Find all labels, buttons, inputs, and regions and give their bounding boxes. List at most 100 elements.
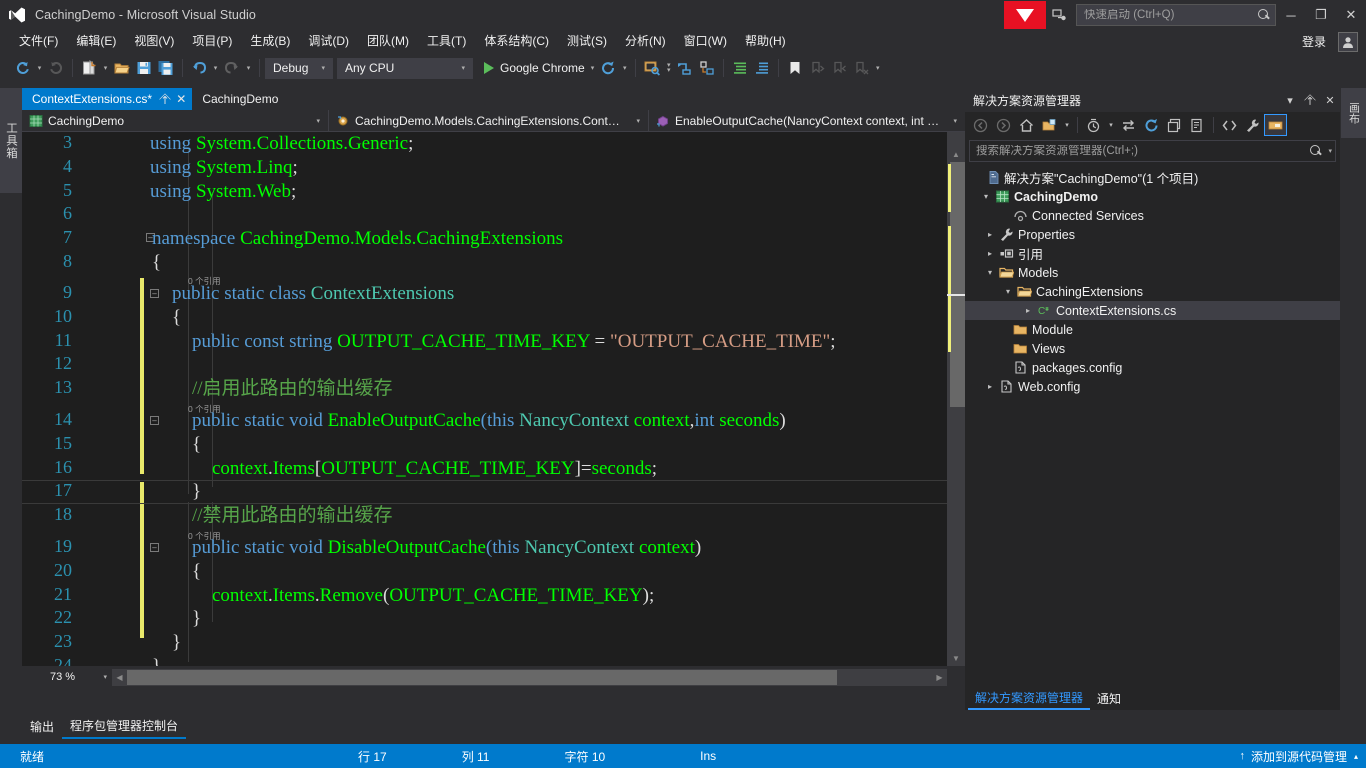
menu-debug[interactable]: 调试(D) bbox=[299, 31, 358, 52]
tree-node-module[interactable]: Module bbox=[965, 320, 1340, 339]
status-source-control[interactable]: ↑ 添加到源代码管理 ▴ bbox=[1239, 748, 1366, 765]
menu-project[interactable]: 项目(P) bbox=[183, 31, 241, 52]
expander-icon[interactable]: ▸ bbox=[983, 382, 997, 391]
open-file-icon[interactable] bbox=[111, 57, 133, 79]
expander-icon[interactable]: ▸ bbox=[983, 230, 997, 239]
notifications-icon[interactable] bbox=[1046, 1, 1072, 29]
menu-help[interactable]: 帮助(H) bbox=[736, 31, 795, 52]
send-feedback-icon[interactable] bbox=[1004, 1, 1046, 29]
menu-view[interactable]: 视图(V) bbox=[125, 31, 183, 52]
expander-icon[interactable]: ▾ bbox=[983, 268, 997, 277]
attach-dropdown-icon[interactable]: ▾ ▾ bbox=[663, 57, 674, 79]
undo-icon[interactable] bbox=[188, 57, 210, 79]
navigate-backward-icon[interactable] bbox=[12, 57, 34, 79]
scroll-thumb[interactable] bbox=[127, 669, 837, 685]
menu-tools[interactable]: 工具(T) bbox=[418, 31, 475, 52]
nav-member-combo[interactable]: EnableOutputCache(NancyContext context, … bbox=[649, 110, 965, 132]
tab-notifications[interactable]: 通知 bbox=[1090, 688, 1128, 709]
document-tab-context-extensions[interactable]: ContextExtensions.cs* ⇱ ✕ bbox=[22, 88, 193, 110]
expander-icon[interactable]: ▾ bbox=[979, 192, 993, 201]
tree-node-web-config[interactable]: ▸ Web.config bbox=[965, 377, 1340, 396]
quick-launch-box[interactable] bbox=[1076, 4, 1276, 26]
collapse-all-icon[interactable] bbox=[1163, 114, 1186, 136]
navigate-forward-icon[interactable] bbox=[45, 57, 67, 79]
quick-launch-input[interactable] bbox=[1084, 9, 1257, 21]
home-icon[interactable] bbox=[1015, 114, 1038, 136]
editor-vertical-scrollbar[interactable]: ╪ ▲ ▼ bbox=[947, 132, 965, 666]
wrench-icon[interactable] bbox=[1241, 114, 1264, 136]
menu-test[interactable]: 测试(S) bbox=[558, 31, 616, 52]
scroll-down-arrow[interactable]: ▼ bbox=[947, 650, 965, 666]
solution-platform-combo[interactable]: Any CPU ▾ bbox=[337, 57, 473, 79]
toolbox-tab[interactable]: 工具箱 bbox=[0, 88, 22, 193]
tree-node-connected-services[interactable]: Connected Services bbox=[965, 206, 1340, 225]
editor-horizontal-scrollbar[interactable]: ◀ ▶ bbox=[112, 668, 947, 686]
tree-node-models[interactable]: ▾ Models bbox=[965, 263, 1340, 282]
chevron-up-icon[interactable]: ▴ bbox=[1354, 752, 1358, 761]
menu-team[interactable]: 团队(M) bbox=[358, 31, 418, 52]
properties-window-icon[interactable] bbox=[1186, 114, 1209, 136]
back-icon[interactable] bbox=[969, 114, 992, 136]
previous-bookmark-icon[interactable] bbox=[806, 57, 828, 79]
forward-icon[interactable] bbox=[992, 114, 1015, 136]
expander-icon[interactable]: ▸ bbox=[983, 249, 997, 258]
tab-package-manager-console[interactable]: 程序包管理器控制台 bbox=[62, 714, 187, 739]
tree-node-project[interactable]: ▾ CachingDemo bbox=[965, 187, 1340, 206]
close-button[interactable]: ✕ bbox=[1336, 0, 1366, 30]
canvas-tab[interactable]: 画布 bbox=[1341, 88, 1366, 138]
redo-dropdown-icon[interactable]: ▾ bbox=[243, 57, 254, 79]
step-over-icon[interactable] bbox=[696, 57, 718, 79]
expander-icon[interactable]: ▸ bbox=[1021, 306, 1035, 315]
preview-selected-items-icon[interactable] bbox=[1264, 114, 1287, 136]
new-project-dropdown-icon[interactable]: ▾ bbox=[100, 57, 111, 79]
save-icon[interactable] bbox=[133, 57, 155, 79]
expander-icon[interactable]: ▾ bbox=[1001, 287, 1015, 296]
menu-window[interactable]: 窗口(W) bbox=[675, 31, 736, 52]
next-bookmark-icon[interactable] bbox=[828, 57, 850, 79]
document-tab-caching-demo[interactable]: CachingDemo bbox=[192, 88, 285, 110]
scroll-left-arrow[interactable]: ◀ bbox=[112, 669, 127, 686]
scroll-right-arrow[interactable]: ▶ bbox=[932, 669, 947, 686]
step-into-icon[interactable] bbox=[674, 57, 696, 79]
account-avatar-icon[interactable] bbox=[1338, 31, 1358, 52]
refresh-browser-dropdown-icon[interactable]: ▾ bbox=[619, 57, 630, 79]
solution-explorer-search-input[interactable] bbox=[976, 145, 1310, 157]
solution-explorer-search-box[interactable]: ▾ bbox=[969, 140, 1336, 162]
tab-solution-explorer[interactable]: 解决方案资源管理器 bbox=[968, 687, 1091, 710]
collapse-icon[interactable]: – bbox=[150, 416, 159, 425]
nav-project-combo[interactable]: CachingDemo ▾ bbox=[22, 109, 329, 132]
sign-in-button[interactable]: 登录 bbox=[1292, 33, 1336, 50]
chevron-down-icon[interactable]: ▾ bbox=[1061, 114, 1073, 136]
navigate-backward-dropdown-icon[interactable]: ▾ bbox=[34, 57, 45, 79]
tab-output[interactable]: 输出 bbox=[22, 715, 62, 738]
refresh-browser-icon[interactable] bbox=[597, 57, 619, 79]
start-debugging-button[interactable]: Google Chrome ▾ bbox=[478, 57, 597, 79]
minimize-button[interactable]: ─ bbox=[1276, 0, 1306, 30]
clear-bookmarks-icon[interactable] bbox=[850, 57, 872, 79]
tree-node-properties[interactable]: ▸ Properties bbox=[965, 225, 1340, 244]
close-icon[interactable]: ✕ bbox=[176, 92, 186, 106]
comment-lines-icon[interactable] bbox=[729, 57, 751, 79]
menu-build[interactable]: 生成(B) bbox=[241, 31, 299, 52]
tree-node-references[interactable]: ▸ 引用 bbox=[965, 244, 1340, 263]
uncomment-lines-icon[interactable] bbox=[751, 57, 773, 79]
pending-changes-icon[interactable] bbox=[1082, 114, 1105, 136]
chevron-down-icon[interactable]: ▾ bbox=[1323, 147, 1332, 155]
menu-file[interactable]: 文件(F) bbox=[10, 31, 67, 52]
save-all-icon[interactable] bbox=[155, 57, 177, 79]
maximize-button[interactable]: ❐ bbox=[1306, 0, 1336, 30]
menu-architecture[interactable]: 体系结构(C) bbox=[475, 31, 558, 52]
new-project-icon[interactable] bbox=[78, 57, 100, 79]
collapse-icon[interactable]: – bbox=[150, 543, 159, 552]
nav-type-combo[interactable]: CachingDemo.Models.CachingExtensions.Con… bbox=[329, 109, 649, 132]
attach-to-process-icon[interactable] bbox=[641, 57, 663, 79]
view-code-icon[interactable] bbox=[1218, 114, 1241, 136]
solution-configuration-combo[interactable]: Debug ▾ bbox=[265, 57, 333, 79]
tree-node-context-extensions-cs[interactable]: ▸ C ContextExtensions.cs bbox=[965, 301, 1340, 320]
toggle-bookmark-icon[interactable] bbox=[784, 57, 806, 79]
menu-analyze[interactable]: 分析(N) bbox=[616, 31, 675, 52]
collapse-icon[interactable]: – bbox=[150, 289, 159, 298]
tree-node-caching-extensions[interactable]: ▾ CachingExtensions bbox=[965, 282, 1340, 301]
toolbar-overflow-icon[interactable]: ▾ bbox=[872, 57, 883, 79]
refresh-icon[interactable] bbox=[1140, 114, 1163, 136]
